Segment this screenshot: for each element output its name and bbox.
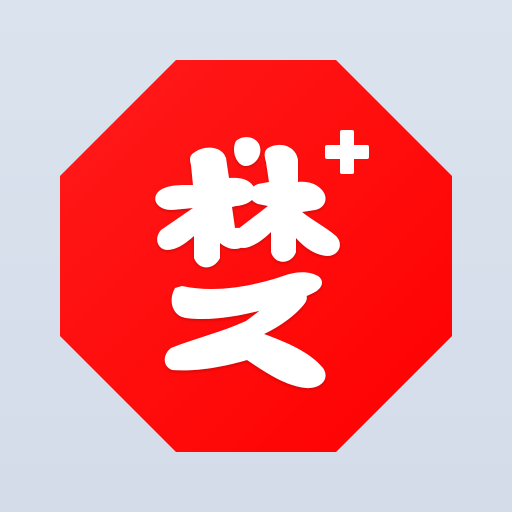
icon-canvas: 梦 + [0, 0, 512, 512]
octagon-calligraphy-plus-icon[interactable] [0, 0, 512, 512]
octagon-shape [60, 60, 452, 452]
